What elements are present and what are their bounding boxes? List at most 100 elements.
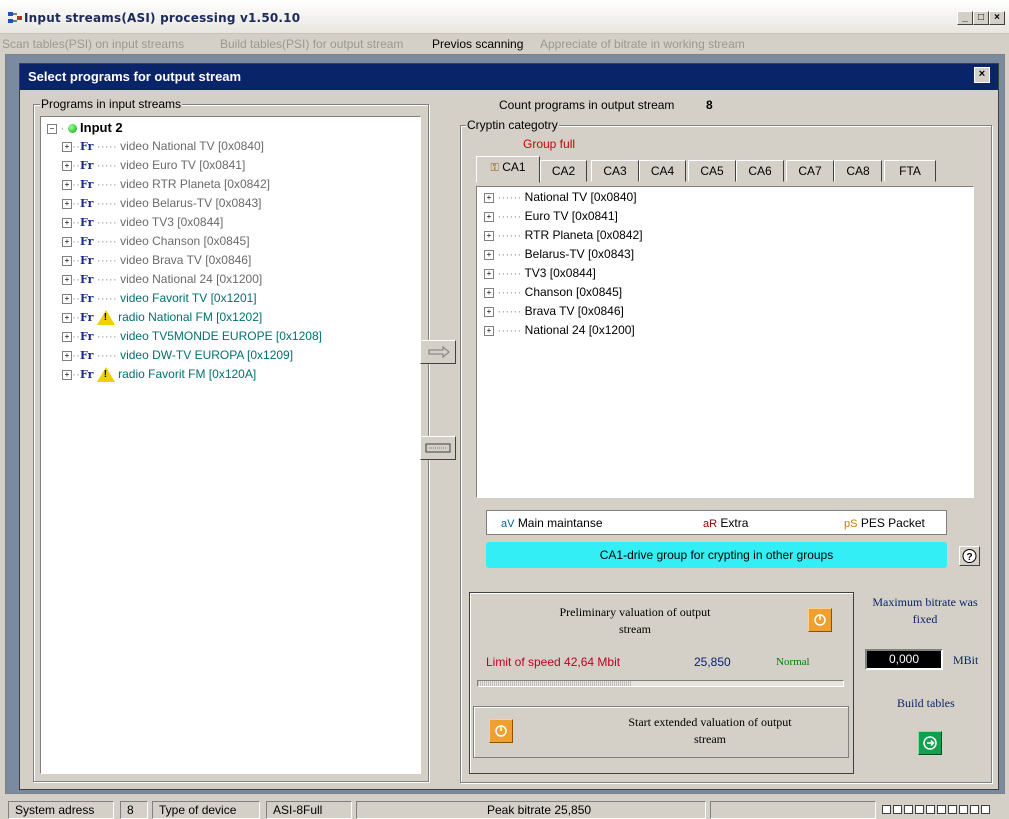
program-type: video <box>120 253 149 267</box>
tree-program-item[interactable]: + ··Fr ····· video TV3 [0x0844] <box>62 215 223 233</box>
tree-program-item[interactable]: + ··Fr ····· video Brava TV [0x0846] <box>62 253 251 271</box>
expand-icon[interactable]: + <box>484 192 494 203</box>
expand-icon[interactable]: + <box>484 268 494 279</box>
ca-program-name: TV3 [0x0844] <box>524 266 596 280</box>
add-to-output-button[interactable] <box>420 340 456 364</box>
program-name: National FM [0x1202] <box>148 310 263 324</box>
ca-program-name: RTR Planeta [0x0842] <box>524 228 643 242</box>
expand-icon[interactable]: + <box>62 255 72 266</box>
ca-list-item[interactable]: + ······ National TV [0x0840] <box>484 190 637 208</box>
expand-icon[interactable]: + <box>62 312 72 323</box>
expand-icon[interactable]: + <box>62 217 72 228</box>
ca-list-item[interactable]: + ······ Chanson [0x0845] <box>484 285 622 303</box>
program-name: TV5MONDE EUROPE [0x1208] <box>151 329 322 343</box>
tree-program-item[interactable]: + ··Fr ! radio National FM [0x1202] <box>62 310 262 328</box>
program-name: Brava TV [0x0846] <box>152 253 252 267</box>
dialog-close-button[interactable]: × <box>974 67 990 83</box>
tab-ca7[interactable]: CA7 <box>786 160 834 182</box>
extended-valuation-button[interactable] <box>489 719 513 743</box>
tree-program-item[interactable]: + ··Fr ····· video National 24 [0x1200] <box>62 272 262 290</box>
tab-ca8[interactable]: CA8 <box>834 160 882 182</box>
help-button[interactable]: ? <box>959 546 980 566</box>
expand-icon[interactable]: + <box>62 274 72 285</box>
led-icon <box>981 805 990 814</box>
expand-icon[interactable]: + <box>484 325 494 336</box>
tree-program-item[interactable]: + ··Fr ····· video Chanson [0x0845] <box>62 234 250 252</box>
menu-appreciate-bitrate[interactable]: Appreciate of bitrate in working stream <box>540 37 745 51</box>
tree-program-item[interactable]: + ··Fr ····· video Euro TV [0x0841] <box>62 158 245 176</box>
ca-list-item[interactable]: + ······ TV3 [0x0844] <box>484 266 596 284</box>
ca-list-item[interactable]: + ······ Euro TV [0x0841] <box>484 209 618 227</box>
fr-icon: Fr <box>80 140 94 153</box>
expand-icon[interactable]: + <box>62 160 72 171</box>
tab-ca2[interactable]: CA2 <box>540 160 587 182</box>
power-icon <box>495 725 507 737</box>
valuation-progress <box>477 680 844 687</box>
tree-program-item[interactable]: + ··Fr ····· video RTR Planeta [0x0842] <box>62 177 270 195</box>
program-type: video <box>120 272 149 286</box>
tree-program-item[interactable]: + ··Fr ····· video DW-TV EUROPA [0x1209] <box>62 348 293 366</box>
tree-program-item[interactable]: + ··Fr ····· video Belarus-TV [0x0843] <box>62 196 262 214</box>
program-type: video <box>120 215 149 229</box>
ca-list-item[interactable]: + ······ Belarus-TV [0x0843] <box>484 247 634 265</box>
program-name: Chanson [0x0845] <box>152 234 250 248</box>
tree-root-input2[interactable]: − · Input 2 <box>47 120 123 138</box>
remove-from-output-button[interactable] <box>420 436 456 460</box>
legend-pes: pS PES Packet <box>844 516 925 530</box>
expand-icon[interactable]: + <box>62 236 72 247</box>
led-icon <box>959 805 968 814</box>
tab-fta[interactable]: FTA <box>884 160 936 182</box>
fr-icon: Fr <box>80 235 94 248</box>
program-type: video <box>120 234 149 248</box>
expand-icon[interactable]: + <box>62 293 72 304</box>
close-window-button[interactable]: × <box>989 11 1005 25</box>
max-bitrate-input[interactable]: 0,000 <box>865 649 943 670</box>
tab-ca1[interactable]: ⚿ CA1 <box>476 156 540 183</box>
expand-icon[interactable]: + <box>484 230 494 241</box>
fr-icon: Fr <box>80 178 94 191</box>
tab-ca4[interactable]: CA4 <box>639 160 686 182</box>
tree-program-item[interactable]: + ··Fr ····· video TV5MONDE EUROPE [0x120… <box>62 329 322 347</box>
legend-extra: aR Extra <box>703 516 749 530</box>
progress-fill <box>478 681 632 686</box>
expand-icon[interactable]: + <box>62 331 72 342</box>
expand-icon[interactable]: + <box>62 179 72 190</box>
fr-icon: Fr <box>80 292 94 305</box>
fr-icon: Fr <box>80 159 94 172</box>
expand-icon[interactable]: + <box>62 198 72 209</box>
ca-program-name: Belarus-TV [0x0843] <box>524 247 635 261</box>
tab-ca5[interactable]: CA5 <box>688 160 736 182</box>
build-tables-button[interactable] <box>918 731 942 755</box>
ca-list-item[interactable]: + ······ RTR Planeta [0x0842] <box>484 228 643 246</box>
tab-ca3[interactable]: CA3 <box>591 160 639 182</box>
tree-program-item[interactable]: + ··Fr ! radio Favorit FM [0x120A] <box>62 367 256 385</box>
preliminary-valuation-button[interactable] <box>808 608 832 632</box>
minimize-button[interactable]: _ <box>957 11 973 25</box>
warning-icon: ! <box>96 310 115 326</box>
ca1-drive-bar[interactable]: CA1-drive group for crypting in other gr… <box>486 542 947 568</box>
ca-list-item[interactable]: + ······ Brava TV [0x0846] <box>484 304 624 322</box>
expand-icon[interactable]: + <box>62 369 72 380</box>
menu-scan-tables[interactable]: Scan tables(PSI) on input streams <box>2 37 184 51</box>
menu-build-tables[interactable]: Build tables(PSI) for output stream <box>220 37 403 51</box>
expand-icon[interactable]: + <box>484 249 494 260</box>
extended-valuation-text: Start extended valuation of output strea… <box>628 715 792 746</box>
maximize-button[interactable]: □ <box>973 11 989 25</box>
tree-program-item[interactable]: + ··Fr ····· video Favorit TV [0x1201] <box>62 291 257 309</box>
expand-icon[interactable]: + <box>62 141 72 152</box>
collapse-icon[interactable]: − <box>47 123 57 134</box>
menu-previos-scanning[interactable]: Previos scanning <box>432 37 523 51</box>
led-icon <box>937 805 946 814</box>
window-title: Input streams(ASI) processing v1.50.10 <box>24 11 301 25</box>
fr-icon: Fr <box>80 330 94 343</box>
expand-icon[interactable]: + <box>484 211 494 222</box>
ca-list-item[interactable]: + ······ National 24 [0x1200] <box>484 323 635 341</box>
right-arrow-icon <box>428 345 450 359</box>
expand-icon[interactable]: + <box>62 350 72 361</box>
tree-root-label: Input 2 <box>80 120 123 135</box>
expand-icon[interactable]: + <box>484 287 494 298</box>
tree-program-item[interactable]: + ··Fr ····· video National TV [0x0840] <box>62 139 264 157</box>
tab-ca6[interactable]: CA6 <box>736 160 784 182</box>
expand-icon[interactable]: + <box>484 306 494 317</box>
program-type: video <box>120 177 149 191</box>
